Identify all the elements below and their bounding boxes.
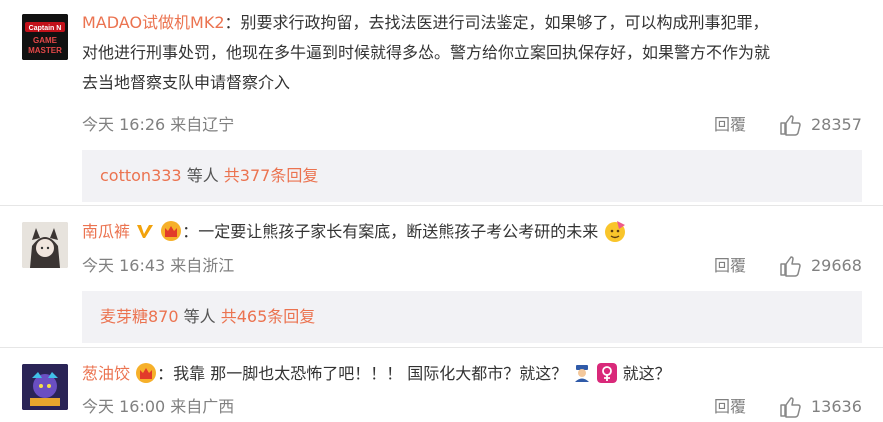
police-emoji-icon [575,364,590,382]
sub-replies-box[interactable]: 麦芽糖870 等人 共465条回复 [82,291,862,343]
like-count: 28357 [811,115,862,134]
like-button[interactable]: 29668 [779,255,862,277]
party-face-emoji-icon [605,220,626,242]
comment-text: 就这？ [617,364,671,383]
comment-text: ：我靠 那一脚也太恐怖了吧！！！ 国际化大都市？就这？ [157,364,568,383]
username-link[interactable]: 南瓜裤 [82,222,130,241]
sub-reply-user[interactable]: cotton333 [100,166,182,185]
reply-button[interactable]: 回覆 [714,396,746,418]
username-link[interactable]: MADAO试做机MK2 [82,13,225,32]
like-count: 13636 [811,397,862,416]
comment-text: ：一定要让熊孩子家长有案底，断送熊孩子考公考研的未来 [182,222,599,241]
sub-reply-count[interactable]: 共465条回复 [221,307,316,326]
avatar[interactable] [22,364,68,410]
reply-button[interactable]: 回覆 [714,114,746,136]
vip-crown-icon [136,362,157,383]
svg-text:MASTER: MASTER [28,46,62,55]
like-count: 29668 [811,256,862,275]
sub-reply-text: 等人 [181,166,224,185]
like-button[interactable]: 28357 [779,114,862,136]
sub-reply-user[interactable]: 麦芽糖870 [100,307,179,326]
vip-crown-icon [161,220,182,241]
username-link[interactable]: 葱油饺 [82,364,130,383]
comment-text: ：别要求行政拘留，去找法医进行司法鉴定，如果够了，可以构成刑事犯罪， [224,13,769,32]
comment-meta: 今天 16:26 来自辽宁 [82,115,235,134]
comment-meta: 今天 16:43 来自浙江 [82,256,235,275]
v-badge-icon [137,224,154,238]
sub-replies-box[interactable]: cotton333 等人 共377条回复 [82,150,862,202]
comment-text: 去当地督察支队申请督察介入 [82,73,291,92]
thumbs-up-icon [780,256,801,277]
sub-reply-count[interactable]: 共377条回复 [224,166,319,185]
divider [0,347,883,348]
divider [0,205,883,206]
comment-text: 对他进行刑事处罚，他现在多牛逼到时候就得多怂。警方给你立案回执保存好，如果警方不… [82,43,771,62]
svg-text:GAME: GAME [33,36,58,45]
reply-button[interactable]: 回覆 [714,255,746,277]
like-button[interactable]: 13636 [779,396,862,418]
avatar[interactable]: Captain N GAME MASTER [22,14,68,60]
sub-reply-text: 等人 [178,307,221,326]
female-sign-icon [597,362,618,383]
comment-meta: 今天 16:00 来自广西 [82,397,235,416]
avatar[interactable] [22,222,68,268]
thumbs-up-icon [780,115,801,136]
thumbs-up-icon [780,397,801,418]
svg-text:Captain N: Captain N [29,25,62,32]
